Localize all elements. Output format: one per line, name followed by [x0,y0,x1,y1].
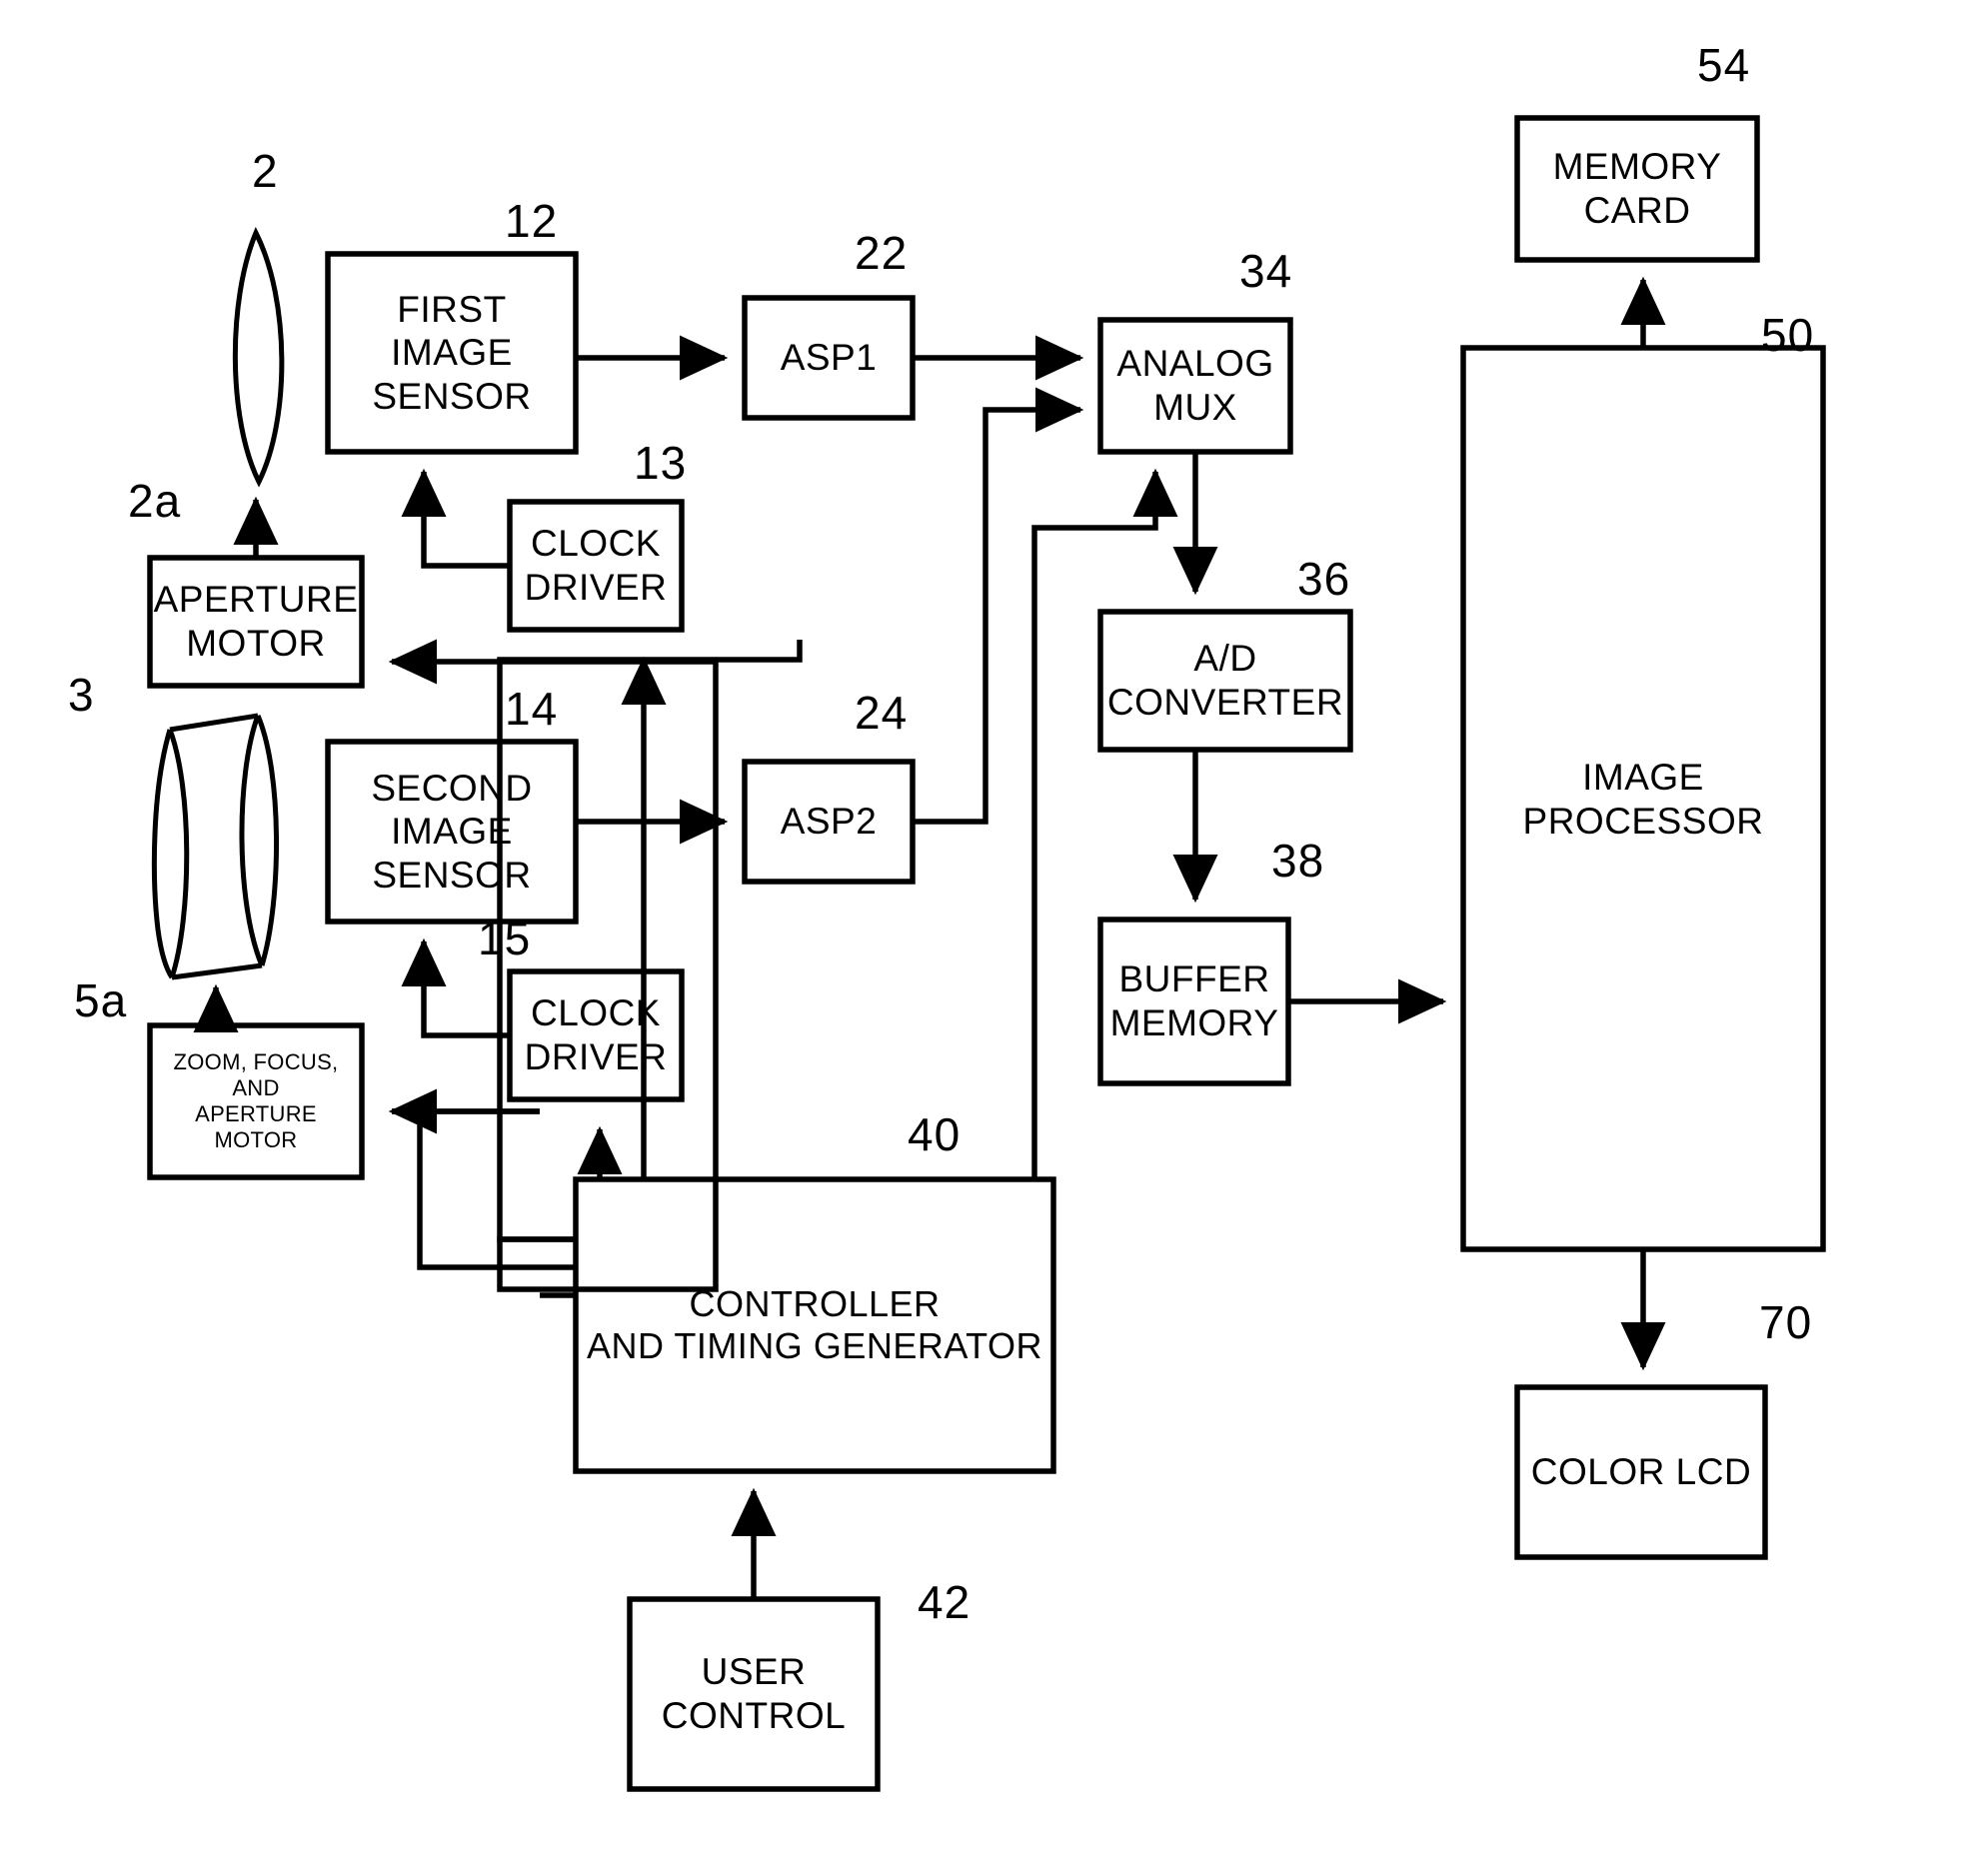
ref-numeral-15: 15 [478,913,532,964]
ref-numeral-54: 54 [1697,39,1751,91]
ref-numeral-42: 42 [918,1576,972,1628]
box-first-image-sensor [325,251,579,455]
ref-numeral-2: 2 [252,145,279,197]
figure-canvas: FIRST IMAGE SENSOR CLOCK DRIVER SECOND I… [0,0,1988,1866]
wire-ctrl-to-mux [1031,468,1178,1179]
ref-numeral-22: 22 [855,227,909,279]
wire-clk13-to-sensor1 [401,468,510,569]
box-image-processor [1460,345,1826,1252]
ref-numeral-70: 70 [1759,1296,1813,1348]
ref-numeral-12: 12 [505,195,559,247]
box-asp1 [742,295,916,421]
optic-first-lens [232,227,285,488]
box-second-image-sensor [325,739,579,925]
box-user-control [627,1596,881,1792]
ref-numeral-34: 34 [1239,245,1293,297]
wire-asp2-to-mux [913,387,1084,825]
box-zoom-focus-motor [147,1022,365,1180]
ref-numeral-38: 38 [1271,835,1325,887]
optic-zoom-lens [151,713,280,980]
ref-numeral-24: 24 [855,687,909,739]
box-clock-driver-13 [507,499,685,633]
ref-numeral-50: 50 [1761,309,1815,361]
ref-numeral-40: 40 [908,1108,962,1160]
ref-numeral-14: 14 [505,683,559,735]
box-memory-card [1514,115,1760,263]
box-controller [573,1176,1056,1474]
diagram-svg [147,115,1826,1792]
box-buffer-memory [1097,917,1291,1086]
box-asp2 [742,759,916,885]
box-color-lcd [1514,1384,1768,1560]
box-clock-driver-15 [507,968,685,1102]
ref-numeral-5a: 5a [74,974,128,1026]
ref-numeral-3: 3 [68,669,95,721]
ref-numeral-36: 36 [1297,553,1351,605]
box-aperture-motor [147,555,365,689]
box-analog-mux [1097,317,1293,455]
box-ad-converter [1097,609,1353,753]
ref-numeral-13: 13 [634,437,688,489]
ref-numeral-2a: 2a [128,475,182,527]
